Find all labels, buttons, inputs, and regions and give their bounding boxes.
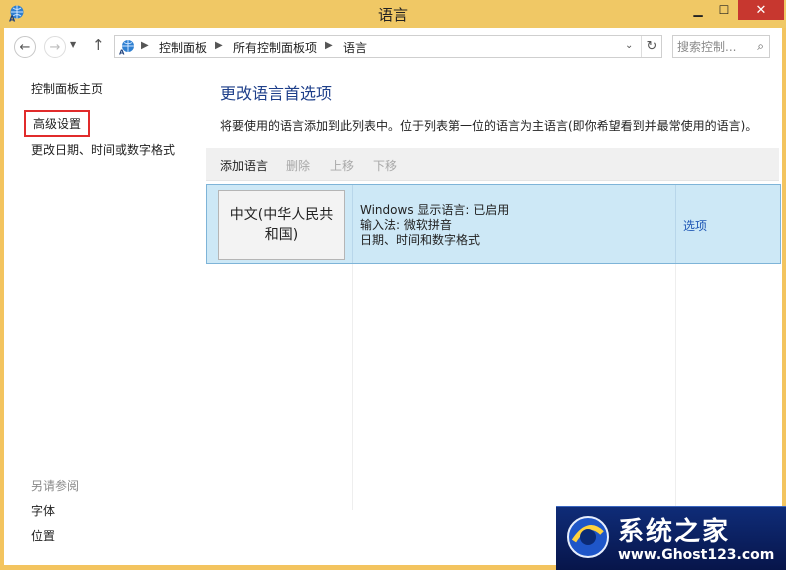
refresh-button[interactable]: ↻ xyxy=(641,36,662,57)
language-row[interactable]: 中文(中华人民共和国) Windows 显示语言: 已启用 输入法: 微软拼音 … xyxy=(206,184,781,264)
move-up-button[interactable]: 上移 xyxy=(330,157,354,174)
watermark: 系统之家 www.Ghost123.com xyxy=(556,506,786,570)
breadcrumb-control-panel[interactable]: 控制面板 xyxy=(159,39,207,56)
fonts-link[interactable]: 字体 xyxy=(31,502,55,519)
window-title: 语言 xyxy=(377,6,408,24)
control-panel-icon: A xyxy=(119,40,134,56)
language-list: 中文(中华人民共和国) Windows 显示语言: 已启用 输入法: 微软拼音 … xyxy=(206,184,781,510)
language-toolbar: 添加语言 删除 上移 下移 xyxy=(206,148,779,181)
watermark-brand: 系统之家 xyxy=(618,517,731,547)
location-link[interactable]: 位置 xyxy=(31,527,55,544)
refresh-icon: ↻ xyxy=(646,39,658,54)
change-date-time-link[interactable]: 更改日期、时间或数字格式 xyxy=(31,141,175,158)
breadcrumb-separator-icon[interactable]: ▶ xyxy=(141,40,149,51)
breadcrumb-separator-icon[interactable]: ▶ xyxy=(325,40,333,51)
forward-button[interactable]: → xyxy=(44,36,66,58)
address-toolbar: ← → ▼ ↑ A ▶ 控制面板 ▶ 所有控制面板项 ▶ 语言 ⌄ ↻ ⌕ xyxy=(4,28,782,66)
display-language-status: Windows 显示语言: 已启用 xyxy=(360,203,510,217)
title-bar: A 语言 ▁ ☐ ✕ xyxy=(0,0,786,28)
search-input[interactable] xyxy=(677,38,747,55)
back-button[interactable]: ← xyxy=(14,36,36,58)
column-divider xyxy=(352,185,353,263)
move-down-button[interactable]: 下移 xyxy=(373,157,397,174)
advanced-settings-link[interactable]: 高级设置 xyxy=(24,110,91,137)
search-box[interactable]: ⌕ xyxy=(672,35,770,58)
page-description: 将要使用的语言添加到此列表中。位于列表第一位的语言为主语言(即你希望看到并最常使… xyxy=(220,119,758,133)
add-language-button[interactable]: 添加语言 xyxy=(220,157,268,174)
column-divider xyxy=(675,185,676,263)
see-also-heading: 另请参阅 xyxy=(31,479,80,493)
control-panel-home-link[interactable]: 控制面板主页 xyxy=(31,80,103,97)
language-tile[interactable]: 中文(中华人民共和国) xyxy=(218,190,345,260)
language-details: Windows 显示语言: 已启用 输入法: 微软拼音 日期、时间和数字格式 xyxy=(360,203,509,248)
formats-status: 日期、时间和数字格式 xyxy=(360,233,481,247)
up-arrow-icon: ↑ xyxy=(92,36,105,54)
svg-text:A: A xyxy=(119,49,125,56)
forward-arrow-icon: → xyxy=(49,39,61,55)
breadcrumb-separator-icon[interactable]: ▶ xyxy=(215,40,223,51)
search-icon[interactable]: ⌕ xyxy=(757,39,764,54)
address-bar[interactable]: A ▶ 控制面板 ▶ 所有控制面板项 ▶ 语言 ⌄ ↻ xyxy=(114,35,662,58)
minimize-button[interactable]: ▁ xyxy=(684,0,712,20)
language-options-link[interactable]: 选项 xyxy=(683,217,707,234)
maximize-button[interactable]: ☐ xyxy=(710,0,738,20)
watermark-logo-icon xyxy=(567,516,609,558)
breadcrumb-all-items[interactable]: 所有控制面板项 xyxy=(233,39,317,56)
up-button[interactable]: ↑ xyxy=(92,36,105,54)
back-arrow-icon: ← xyxy=(19,39,31,55)
close-button[interactable]: ✕ xyxy=(738,0,784,20)
breadcrumb-language[interactable]: 语言 xyxy=(343,39,367,56)
remove-button[interactable]: 删除 xyxy=(286,157,310,174)
recent-locations-dropdown[interactable]: ▼ xyxy=(70,40,76,49)
address-dropdown-icon[interactable]: ⌄ xyxy=(625,40,633,51)
input-method-status: 输入法: 微软拼音 xyxy=(360,218,452,232)
watermark-url: www.Ghost123.com xyxy=(618,547,775,563)
page-title: 更改语言首选项 xyxy=(220,84,333,103)
